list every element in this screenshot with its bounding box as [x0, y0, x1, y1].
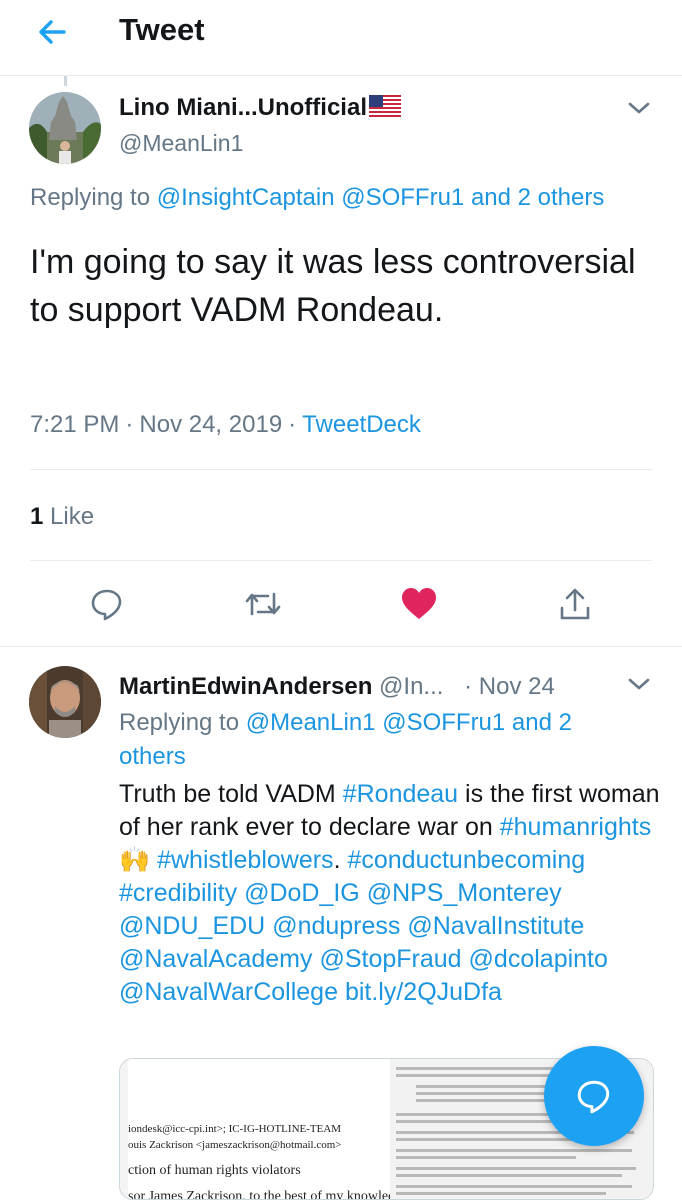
- replying-to: Replying to @InsightCaptain @SOFFru1 and…: [30, 184, 604, 212]
- reply-date[interactable]: Nov 24: [479, 673, 555, 700]
- tweet-source[interactable]: TweetDeck: [302, 411, 421, 438]
- reply-icon: [91, 589, 122, 621]
- text-segment: .: [333, 846, 341, 874]
- replying-to: Replying to @MeanLin1 @SOFFru1 and 2 oth…: [119, 706, 619, 774]
- hashtag-link[interactable]: #whistleblowers: [157, 846, 333, 874]
- mention-link[interactable]: @StopFraud: [319, 945, 461, 973]
- mention-link[interactable]: @NPS_Monterey: [367, 879, 562, 907]
- tweet-text: I'm going to say it was less controversi…: [30, 243, 636, 329]
- mention-link[interactable]: @SOFFru1: [341, 184, 464, 211]
- tweet-menu-button[interactable]: [627, 676, 651, 692]
- mention-link[interactable]: @DoD_IG: [244, 879, 360, 907]
- share-button[interactable]: [557, 586, 593, 622]
- chevron-down-icon: [628, 678, 650, 690]
- divider: [30, 469, 652, 470]
- hashtag-link[interactable]: #credibility: [119, 879, 237, 907]
- divider: [30, 560, 652, 561]
- tweet-time[interactable]: 7:21 PM: [30, 411, 119, 438]
- arrow-left-icon: [39, 20, 66, 44]
- like-count-number: 1: [30, 503, 44, 530]
- compose-reply-button[interactable]: [544, 1046, 644, 1146]
- like-count[interactable]: 1 Like: [30, 503, 94, 531]
- top-bar: Tweet: [0, 0, 682, 76]
- mention-link[interactable]: @NDU_EDU: [119, 912, 265, 940]
- reply-author[interactable]: MartinEdwinAndersen @In... · Nov 24: [119, 673, 555, 701]
- document-line: ction of human rights violators: [128, 1163, 301, 1178]
- avatar[interactable]: [29, 666, 101, 738]
- share-icon: [560, 588, 590, 620]
- page-title: Tweet: [119, 12, 205, 47]
- mention-link[interactable]: @NavalWarCollege: [119, 978, 338, 1006]
- retweet-icon: [245, 592, 281, 616]
- display-name-text[interactable]: MartinEdwinAndersen: [119, 673, 372, 700]
- reply-button[interactable]: [89, 586, 125, 622]
- heart-icon: [402, 588, 436, 619]
- mention-link[interactable]: @dcolapinto: [469, 945, 608, 973]
- us-flag-icon: [369, 95, 401, 117]
- document-line: sor James Zackrison, to the best of my k…: [128, 1189, 403, 1200]
- user-handle[interactable]: @MeanLin1: [119, 130, 243, 157]
- tweet-meta: 7:21 PM · Nov 24, 2019 · TweetDeck: [30, 411, 421, 438]
- back-button[interactable]: [34, 14, 74, 50]
- others-link[interactable]: and 2 others: [471, 184, 604, 211]
- compose-reply-icon: [577, 1080, 610, 1114]
- mention-link[interactable]: @ndupress: [272, 912, 400, 940]
- raised-hands-emoji: 🙌: [119, 846, 151, 874]
- reply-tweet-text: Truth be told VADM #Rondeau is the first…: [119, 778, 664, 1009]
- replying-prefix: Replying to: [30, 184, 151, 211]
- thread-connector: [64, 76, 67, 86]
- mention-link[interactable]: @NavalAcademy: [119, 945, 313, 973]
- section-divider: [0, 646, 682, 647]
- mention-link[interactable]: @MeanLin1: [246, 709, 376, 736]
- hashtag-link[interactable]: #conductunbecoming: [347, 846, 585, 874]
- hashtag-link[interactable]: #Rondeau: [343, 780, 458, 808]
- retweet-button[interactable]: [244, 586, 281, 622]
- avatar[interactable]: [29, 92, 101, 164]
- url-link[interactable]: bit.ly/2QJuDfa: [345, 978, 502, 1006]
- mention-link[interactable]: @SOFFru1: [382, 709, 505, 736]
- tweet-menu-button[interactable]: [627, 100, 651, 116]
- hashtag-link[interactable]: #humanrights: [500, 813, 651, 841]
- mention-link[interactable]: @NavalInstitute: [407, 912, 584, 940]
- like-count-label: Like: [50, 503, 95, 530]
- document-image: iondesk@icc-cpi.int>; IC-IG-HOTLINE-TEAM…: [128, 1059, 403, 1200]
- display-name-text[interactable]: Lino Miani...Unofficial: [119, 94, 367, 121]
- user-handle[interactable]: @In...: [379, 673, 443, 700]
- text-segment: Truth be told VADM: [119, 780, 343, 808]
- document-line: ouis Zackrison <jameszackrison@hotmail.c…: [128, 1139, 342, 1151]
- display-name[interactable]: Lino Miani...Unofficial: [119, 94, 401, 122]
- chevron-down-icon: [628, 102, 650, 114]
- replying-prefix: Replying to: [119, 709, 240, 736]
- mention-link[interactable]: @InsightCaptain: [157, 184, 335, 211]
- tweet-date[interactable]: Nov 24, 2019: [139, 411, 282, 438]
- document-line: iondesk@icc-cpi.int>; IC-IG-HOTLINE-TEAM: [128, 1123, 342, 1135]
- like-button[interactable]: [400, 586, 436, 622]
